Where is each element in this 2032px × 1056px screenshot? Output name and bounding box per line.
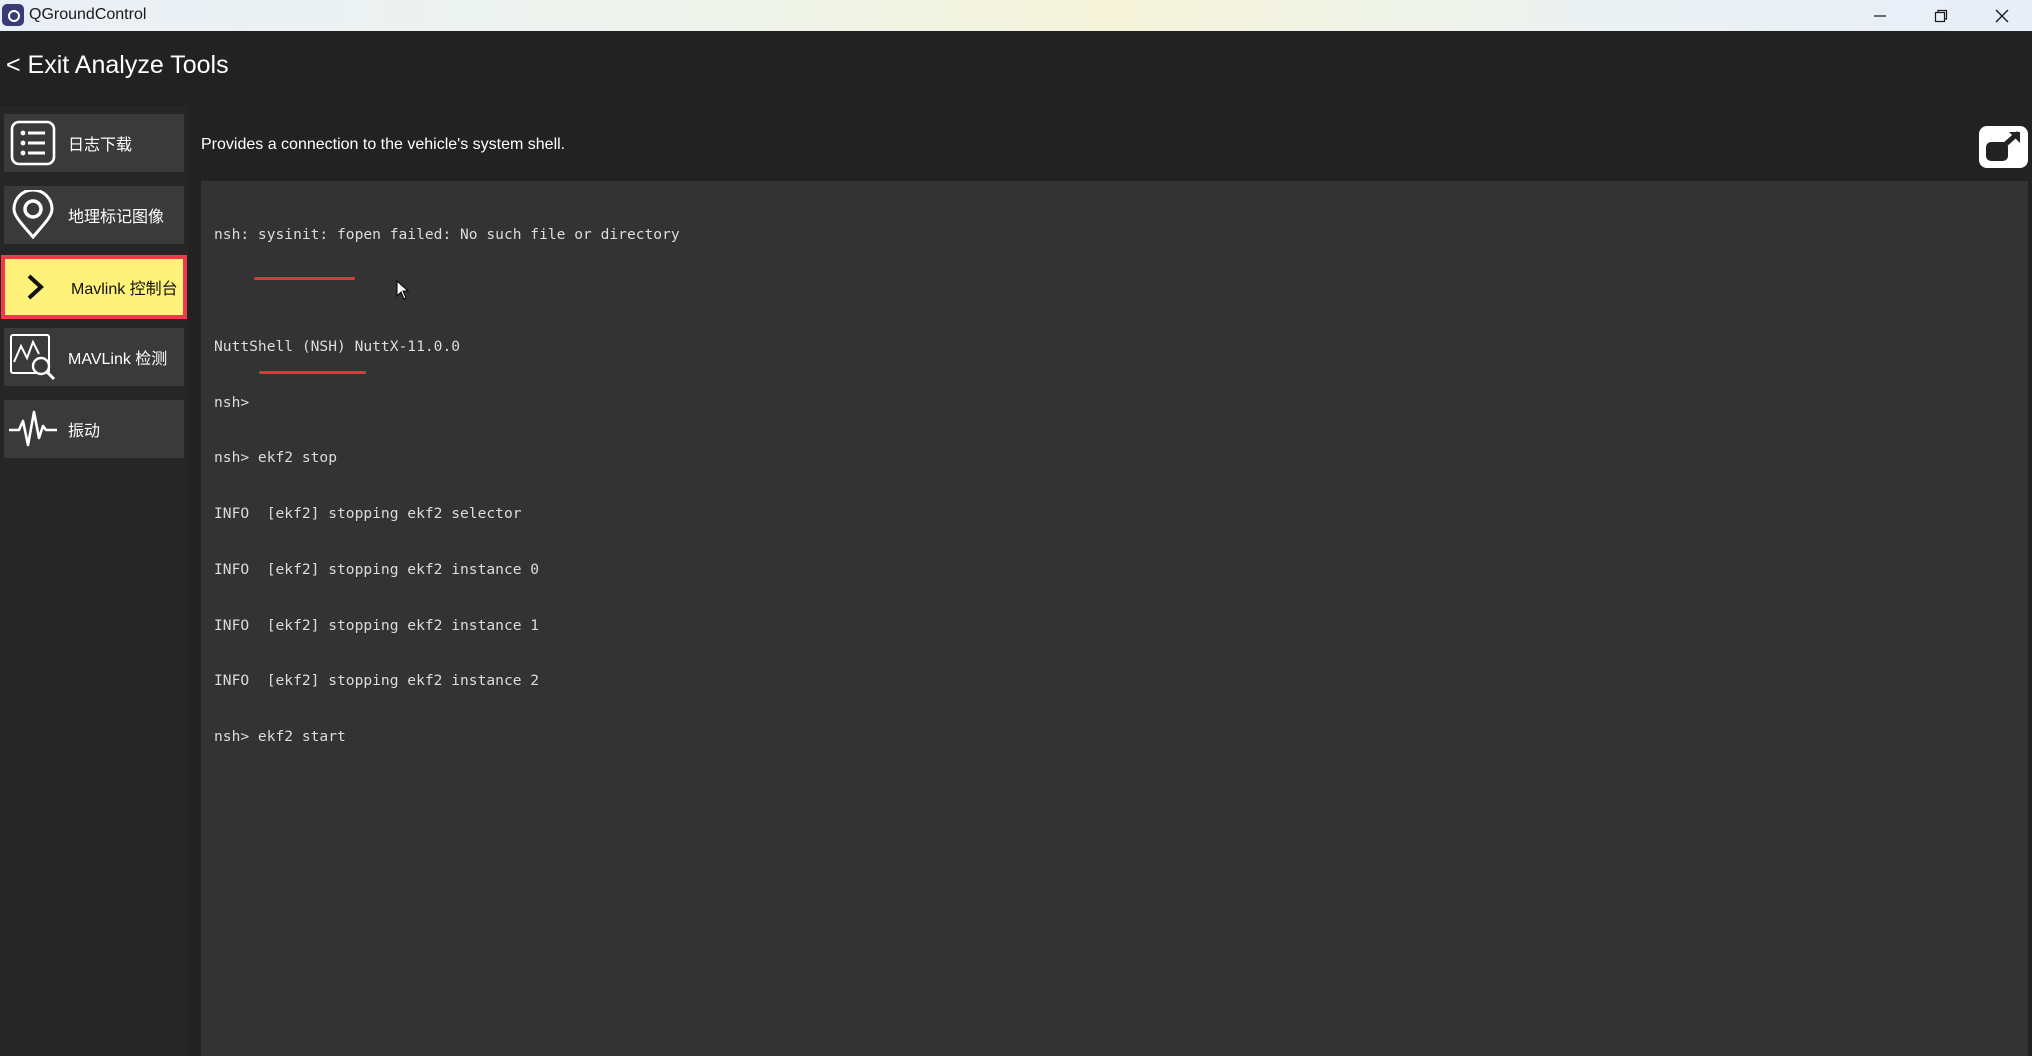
console-line: nsh> ekf2 stop [214,449,338,467]
sidebar-item-geotag-images[interactable]: 地理标记图像 [4,186,184,244]
sidebar-item-mavlink-console[interactable]: Mavlink 控制台 [5,259,183,315]
chart-inspect-icon [6,328,60,386]
console-line: nsh: sysinit: fopen failed: No such file… [214,226,680,244]
popout-window-icon [1986,131,2020,161]
console-line: NuttShell (NSH) NuttX-11.0.0 [214,337,461,355]
location-pin-icon [6,186,60,244]
console-line: INFO [ekf2] stopping ekf2 instance 0 [214,560,540,578]
sidebar-item-label: Mavlink 控制台 [71,281,178,298]
window-title: QGroundControl [29,6,147,23]
sidebar-item-vibration[interactable]: 振动 [4,400,184,458]
page-description: Provides a connection to the vehicle's s… [201,136,566,153]
console-line: INFO [ekf2] stopping ekf2 selector [214,505,522,523]
minimize-button[interactable] [1850,0,1910,31]
console-line: INFO [ekf2] stopping ekf2 instance 1 [214,616,540,634]
restore-button[interactable] [1911,0,1971,31]
chevron-right-icon [9,258,63,316]
popout-button[interactable] [1979,126,2028,168]
annotation-underline [254,277,355,280]
sidebar-item-mavlink-inspector[interactable]: MAVLink 检测 [4,328,184,386]
list-icon [6,114,60,172]
restore-icon [1934,9,1948,22]
sidebar-item-label: 日志下载 [68,137,133,154]
annotation-underline [259,371,366,374]
sidebar-item-log-download[interactable]: 日志下载 [4,114,184,172]
minimize-icon [1874,14,1886,17]
console-line: INFO [ekf2] stopping ekf2 instance 2 [214,672,540,690]
close-button[interactable] [1972,0,2032,31]
console-line: nsh> [214,393,250,411]
sidebar-item-label: 振动 [68,423,101,440]
window-titlebar: QGroundControl [0,0,2032,31]
sidebar-item-label: 地理标记图像 [68,209,165,226]
mouse-cursor-icon [396,280,410,300]
console-line: nsh> ekf2 start [214,728,346,746]
app-logo-icon [2,4,24,26]
exit-analyze-tools-link[interactable]: < Exit Analyze Tools [6,51,229,80]
mavlink-console[interactable]: nsh: sysinit: fopen failed: No such file… [201,181,2028,1056]
analyze-sidebar: 日志下载 地理标记图像 Mavlink 控制台 MAVLink 检测 振动 [0,106,188,1056]
close-icon [1995,9,2009,22]
sidebar-item-label: MAVLink 检测 [68,351,168,368]
waveform-icon [6,400,60,458]
